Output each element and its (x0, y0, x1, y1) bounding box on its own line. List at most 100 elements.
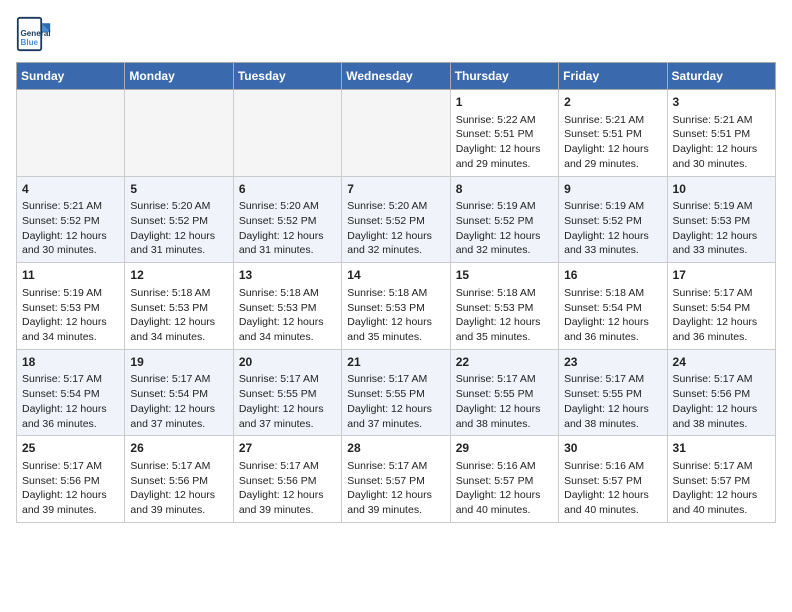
calendar-week-row: 25Sunrise: 5:17 AMSunset: 5:56 PMDayligh… (17, 436, 776, 523)
day-number: 6 (239, 181, 336, 198)
svg-text:Blue: Blue (21, 38, 39, 47)
day-info-line: Sunset: 5:57 PM (673, 474, 770, 489)
calendar-day-cell: 15Sunrise: 5:18 AMSunset: 5:53 PMDayligh… (450, 263, 558, 350)
day-info-line: Daylight: 12 hours (347, 488, 444, 503)
day-info-line: Daylight: 12 hours (564, 402, 661, 417)
day-info-line: Daylight: 12 hours (239, 315, 336, 330)
calendar-week-row: 4Sunrise: 5:21 AMSunset: 5:52 PMDaylight… (17, 176, 776, 263)
day-info-line: Sunrise: 5:18 AM (347, 286, 444, 301)
day-info-line: Daylight: 12 hours (22, 229, 119, 244)
calendar-day-cell: 20Sunrise: 5:17 AMSunset: 5:55 PMDayligh… (233, 349, 341, 436)
calendar-day-cell (17, 90, 125, 177)
day-info-line: Sunset: 5:55 PM (347, 387, 444, 402)
day-number: 30 (564, 440, 661, 457)
day-info-line: Daylight: 12 hours (564, 488, 661, 503)
day-number: 16 (564, 267, 661, 284)
day-info-line: Daylight: 12 hours (347, 402, 444, 417)
day-info-line: and 31 minutes. (239, 243, 336, 258)
logo-icon: General Blue (16, 16, 52, 52)
calendar-body: 1Sunrise: 5:22 AMSunset: 5:51 PMDaylight… (17, 90, 776, 523)
day-info-line: Sunrise: 5:22 AM (456, 113, 553, 128)
weekday-header-row: SundayMondayTuesdayWednesdayThursdayFrid… (17, 63, 776, 90)
day-info-line: Daylight: 12 hours (456, 315, 553, 330)
day-info-line: Daylight: 12 hours (239, 488, 336, 503)
day-info-line: and 29 minutes. (564, 157, 661, 172)
calendar-day-cell (342, 90, 450, 177)
day-info-line: Sunset: 5:51 PM (673, 127, 770, 142)
day-info-line: Daylight: 12 hours (22, 315, 119, 330)
day-info-line: Sunset: 5:54 PM (564, 301, 661, 316)
day-info-line: and 29 minutes. (456, 157, 553, 172)
day-info-line: Sunrise: 5:16 AM (456, 459, 553, 474)
day-info-line: Daylight: 12 hours (456, 229, 553, 244)
day-info-line: Daylight: 12 hours (673, 402, 770, 417)
day-info-line: and 40 minutes. (456, 503, 553, 518)
day-info-line: Sunrise: 5:17 AM (456, 372, 553, 387)
calendar-day-cell: 30Sunrise: 5:16 AMSunset: 5:57 PMDayligh… (559, 436, 667, 523)
day-info-line: Sunrise: 5:18 AM (456, 286, 553, 301)
day-info-line: Sunrise: 5:21 AM (22, 199, 119, 214)
day-info-line: Sunrise: 5:17 AM (130, 459, 227, 474)
calendar-day-cell: 24Sunrise: 5:17 AMSunset: 5:56 PMDayligh… (667, 349, 775, 436)
day-info-line: Sunset: 5:51 PM (456, 127, 553, 142)
day-info-line: Sunrise: 5:17 AM (673, 459, 770, 474)
day-info-line: Sunset: 5:52 PM (564, 214, 661, 229)
day-info-line: Daylight: 12 hours (456, 142, 553, 157)
calendar-week-row: 11Sunrise: 5:19 AMSunset: 5:53 PMDayligh… (17, 263, 776, 350)
weekday-header-cell: Sunday (17, 63, 125, 90)
weekday-header-cell: Friday (559, 63, 667, 90)
day-info-line: Sunset: 5:54 PM (22, 387, 119, 402)
day-info-line: Sunrise: 5:21 AM (564, 113, 661, 128)
day-info-line: Sunrise: 5:20 AM (130, 199, 227, 214)
day-info-line: Sunset: 5:56 PM (130, 474, 227, 489)
day-info-line: and 39 minutes. (22, 503, 119, 518)
day-info-line: Daylight: 12 hours (456, 402, 553, 417)
day-number: 31 (673, 440, 770, 457)
day-info-line: and 37 minutes. (347, 417, 444, 432)
day-info-line: and 40 minutes. (564, 503, 661, 518)
day-info-line: Sunset: 5:52 PM (347, 214, 444, 229)
day-number: 9 (564, 181, 661, 198)
day-number: 24 (673, 354, 770, 371)
day-info-line: Sunset: 5:56 PM (239, 474, 336, 489)
calendar-day-cell: 3Sunrise: 5:21 AMSunset: 5:51 PMDaylight… (667, 90, 775, 177)
calendar-day-cell: 2Sunrise: 5:21 AMSunset: 5:51 PMDaylight… (559, 90, 667, 177)
day-info-line: Daylight: 12 hours (239, 402, 336, 417)
calendar-day-cell: 19Sunrise: 5:17 AMSunset: 5:54 PMDayligh… (125, 349, 233, 436)
day-info-line: Sunset: 5:53 PM (239, 301, 336, 316)
day-info-line: Sunset: 5:53 PM (347, 301, 444, 316)
day-info-line: and 35 minutes. (347, 330, 444, 345)
calendar-day-cell: 6Sunrise: 5:20 AMSunset: 5:52 PMDaylight… (233, 176, 341, 263)
calendar-day-cell: 4Sunrise: 5:21 AMSunset: 5:52 PMDaylight… (17, 176, 125, 263)
day-info-line: Sunset: 5:53 PM (456, 301, 553, 316)
day-info-line: Daylight: 12 hours (673, 142, 770, 157)
day-info-line: Sunset: 5:54 PM (673, 301, 770, 316)
calendar-day-cell: 17Sunrise: 5:17 AMSunset: 5:54 PMDayligh… (667, 263, 775, 350)
day-info-line: and 33 minutes. (564, 243, 661, 258)
day-info-line: Sunset: 5:52 PM (456, 214, 553, 229)
day-number: 4 (22, 181, 119, 198)
day-info-line: Daylight: 12 hours (673, 315, 770, 330)
day-number: 21 (347, 354, 444, 371)
day-number: 23 (564, 354, 661, 371)
day-number: 14 (347, 267, 444, 284)
calendar-week-row: 1Sunrise: 5:22 AMSunset: 5:51 PMDaylight… (17, 90, 776, 177)
day-info-line: and 31 minutes. (130, 243, 227, 258)
day-number: 17 (673, 267, 770, 284)
day-info-line: Sunrise: 5:19 AM (22, 286, 119, 301)
weekday-header-cell: Monday (125, 63, 233, 90)
day-number: 28 (347, 440, 444, 457)
day-info-line: Daylight: 12 hours (347, 315, 444, 330)
day-info-line: Sunset: 5:52 PM (130, 214, 227, 229)
day-info-line: Sunrise: 5:18 AM (564, 286, 661, 301)
calendar-day-cell: 9Sunrise: 5:19 AMSunset: 5:52 PMDaylight… (559, 176, 667, 263)
day-number: 12 (130, 267, 227, 284)
day-info-line: and 34 minutes. (239, 330, 336, 345)
calendar-day-cell: 22Sunrise: 5:17 AMSunset: 5:55 PMDayligh… (450, 349, 558, 436)
day-info-line: Sunrise: 5:17 AM (564, 372, 661, 387)
day-info-line: Sunset: 5:55 PM (456, 387, 553, 402)
day-info-line: Sunset: 5:56 PM (673, 387, 770, 402)
weekday-header-cell: Saturday (667, 63, 775, 90)
calendar-week-row: 18Sunrise: 5:17 AMSunset: 5:54 PMDayligh… (17, 349, 776, 436)
day-info-line: Sunset: 5:52 PM (239, 214, 336, 229)
